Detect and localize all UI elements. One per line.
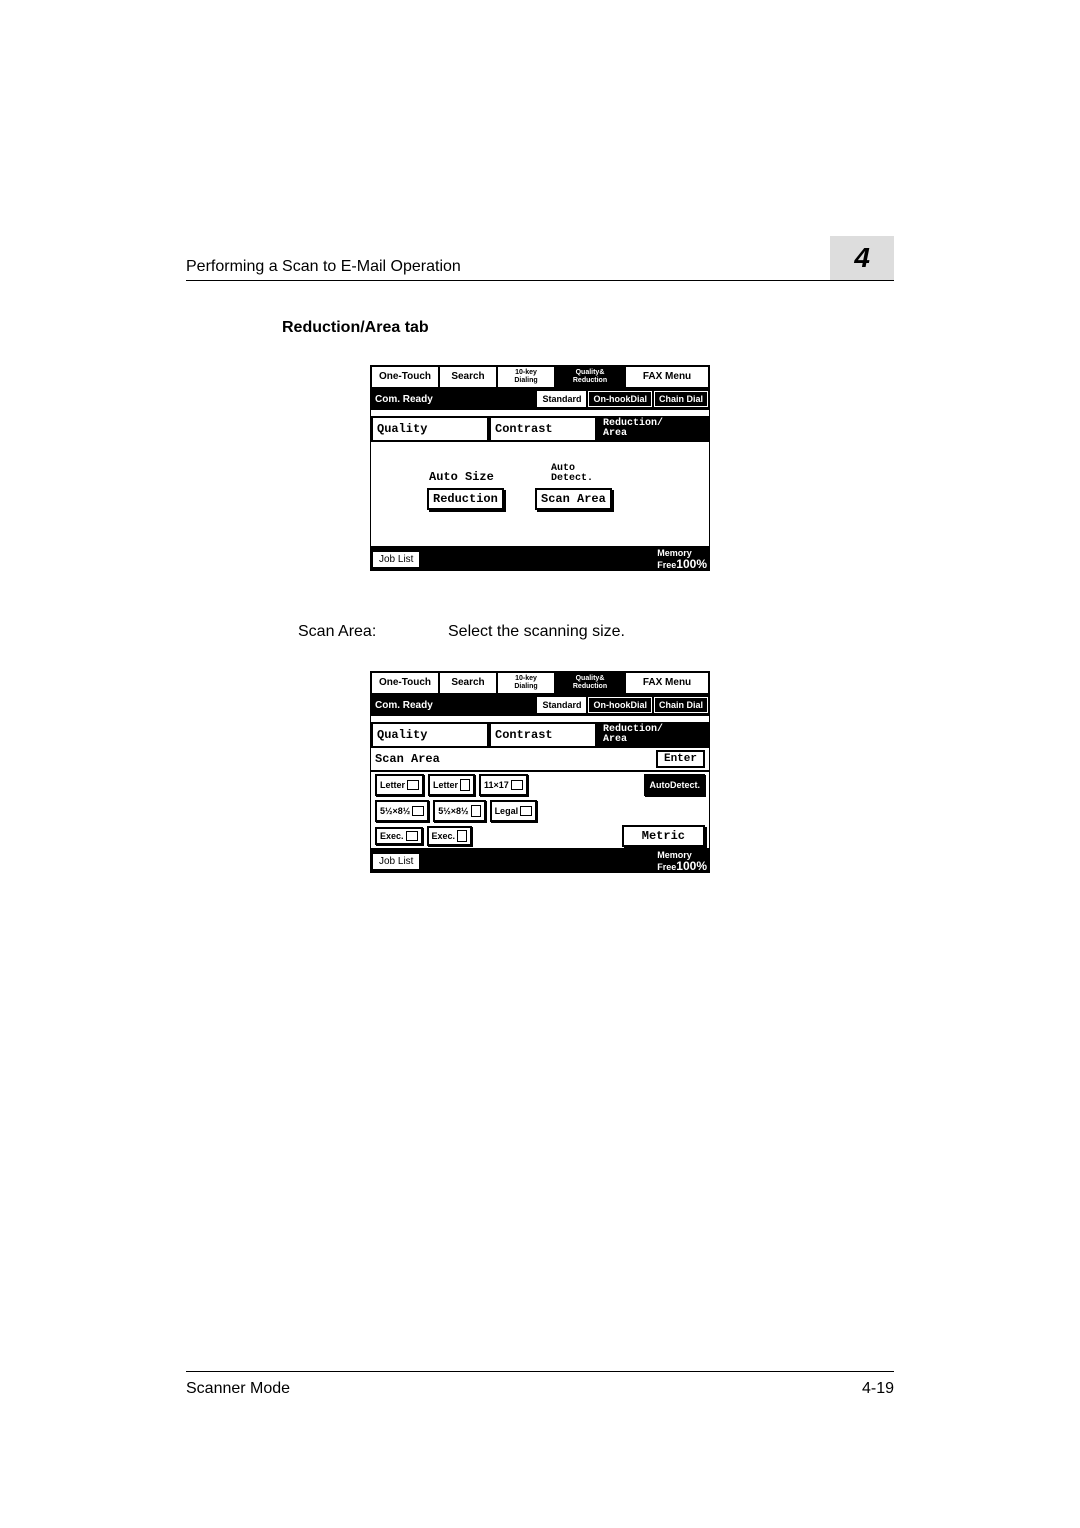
- btn-chain-dial[interactable]: Chain Dial: [654, 391, 708, 407]
- subtab-quality[interactable]: Quality: [371, 416, 489, 442]
- btn-metric[interactable]: Metric: [622, 825, 705, 847]
- tab-search[interactable]: Search: [439, 366, 497, 388]
- header-title: Performing a Scan to E-Mail Operation: [186, 258, 806, 276]
- footer-left: Scanner Mode: [186, 1380, 862, 1398]
- tab-10key-dialing[interactable]: 10-key Dialing: [497, 366, 555, 388]
- btn-chain-dial[interactable]: Chain Dial: [654, 697, 708, 713]
- tab-quality-reduction[interactable]: Quality& Reduction: [555, 366, 625, 388]
- memory-indicator: Memory Free100%: [657, 549, 709, 570]
- page-header: Performing a Scan to E-Mail Operation 4: [186, 236, 894, 281]
- lcd-screen-scan-area: One-Touch Search 10-key Dialing Quality&…: [370, 671, 710, 873]
- tab-one-touch[interactable]: One-Touch: [371, 672, 439, 694]
- btn-enter[interactable]: Enter: [656, 750, 705, 768]
- page-footer: Scanner Mode 4-19: [186, 1371, 894, 1398]
- landscape-icon: [412, 806, 424, 816]
- status-standard: Standard: [537, 697, 586, 713]
- tab-quality-reduction[interactable]: Quality& Reduction: [555, 672, 625, 694]
- subtab-reduction-area[interactable]: Reduction/ Area: [597, 416, 709, 442]
- subtab-contrast[interactable]: Contrast: [489, 416, 597, 442]
- tab-fax-menu[interactable]: FAX Menu: [625, 672, 709, 694]
- tab-one-touch[interactable]: One-Touch: [371, 366, 439, 388]
- landscape-icon: [406, 831, 418, 841]
- label-scan-area: Scan Area: [375, 752, 440, 766]
- label-auto-detect: Auto Detect.: [551, 464, 593, 484]
- scan-area-value: Select the scanning size.: [448, 623, 625, 641]
- btn-size-exec-landscape[interactable]: Exec.: [375, 827, 423, 845]
- status-standard: Standard: [537, 391, 586, 407]
- btn-scan-area[interactable]: Scan Area: [535, 488, 612, 510]
- footer-page-number: 4-19: [862, 1380, 894, 1398]
- portrait-icon: [471, 805, 481, 817]
- subtab-quality[interactable]: Quality: [371, 722, 489, 748]
- subtab-reduction-area[interactable]: Reduction/ Area: [597, 722, 709, 748]
- tab-fax-menu[interactable]: FAX Menu: [625, 366, 709, 388]
- scan-area-description: Scan Area: Select the scanning size.: [298, 623, 894, 641]
- chapter-number: 4: [830, 236, 894, 280]
- btn-job-list[interactable]: Job List: [372, 853, 420, 870]
- btn-size-11x17[interactable]: 11×17: [479, 774, 528, 796]
- tab-search[interactable]: Search: [439, 672, 497, 694]
- btn-size-letter-portrait[interactable]: Letter: [428, 774, 475, 796]
- portrait-icon: [457, 830, 467, 842]
- lcd-screen-reduction-area: One-Touch Search 10-key Dialing Quality&…: [370, 365, 710, 571]
- btn-size-exec-portrait[interactable]: Exec.: [427, 826, 473, 846]
- btn-size-5x8-portrait[interactable]: 5½×8½: [433, 800, 485, 822]
- btn-job-list[interactable]: Job List: [372, 551, 420, 568]
- scan-area-key: Scan Area:: [298, 623, 448, 641]
- tab-10key-dialing[interactable]: 10-key Dialing: [497, 672, 555, 694]
- landscape-icon: [407, 780, 419, 790]
- section-heading: Reduction/Area tab: [282, 319, 894, 337]
- landscape-icon: [520, 806, 532, 816]
- subtab-contrast[interactable]: Contrast: [489, 722, 597, 748]
- memory-indicator: Memory Free100%: [657, 851, 709, 872]
- btn-reduction[interactable]: Reduction: [427, 488, 504, 510]
- label-auto-size: Auto Size: [429, 470, 494, 484]
- btn-on-hook-dial[interactable]: On-hookDial: [588, 697, 652, 713]
- btn-size-auto-detect[interactable]: AutoDetect.: [644, 774, 705, 796]
- btn-size-legal[interactable]: Legal: [490, 800, 538, 822]
- status-com-ready: Com. Ready: [375, 700, 536, 711]
- status-com-ready: Com. Ready: [375, 394, 536, 405]
- portrait-icon: [460, 779, 470, 791]
- btn-on-hook-dial[interactable]: On-hookDial: [588, 391, 652, 407]
- landscape-icon: [511, 780, 523, 790]
- btn-size-letter-landscape[interactable]: Letter: [375, 774, 424, 796]
- btn-size-5x8-landscape[interactable]: 5½×8½: [375, 800, 429, 822]
